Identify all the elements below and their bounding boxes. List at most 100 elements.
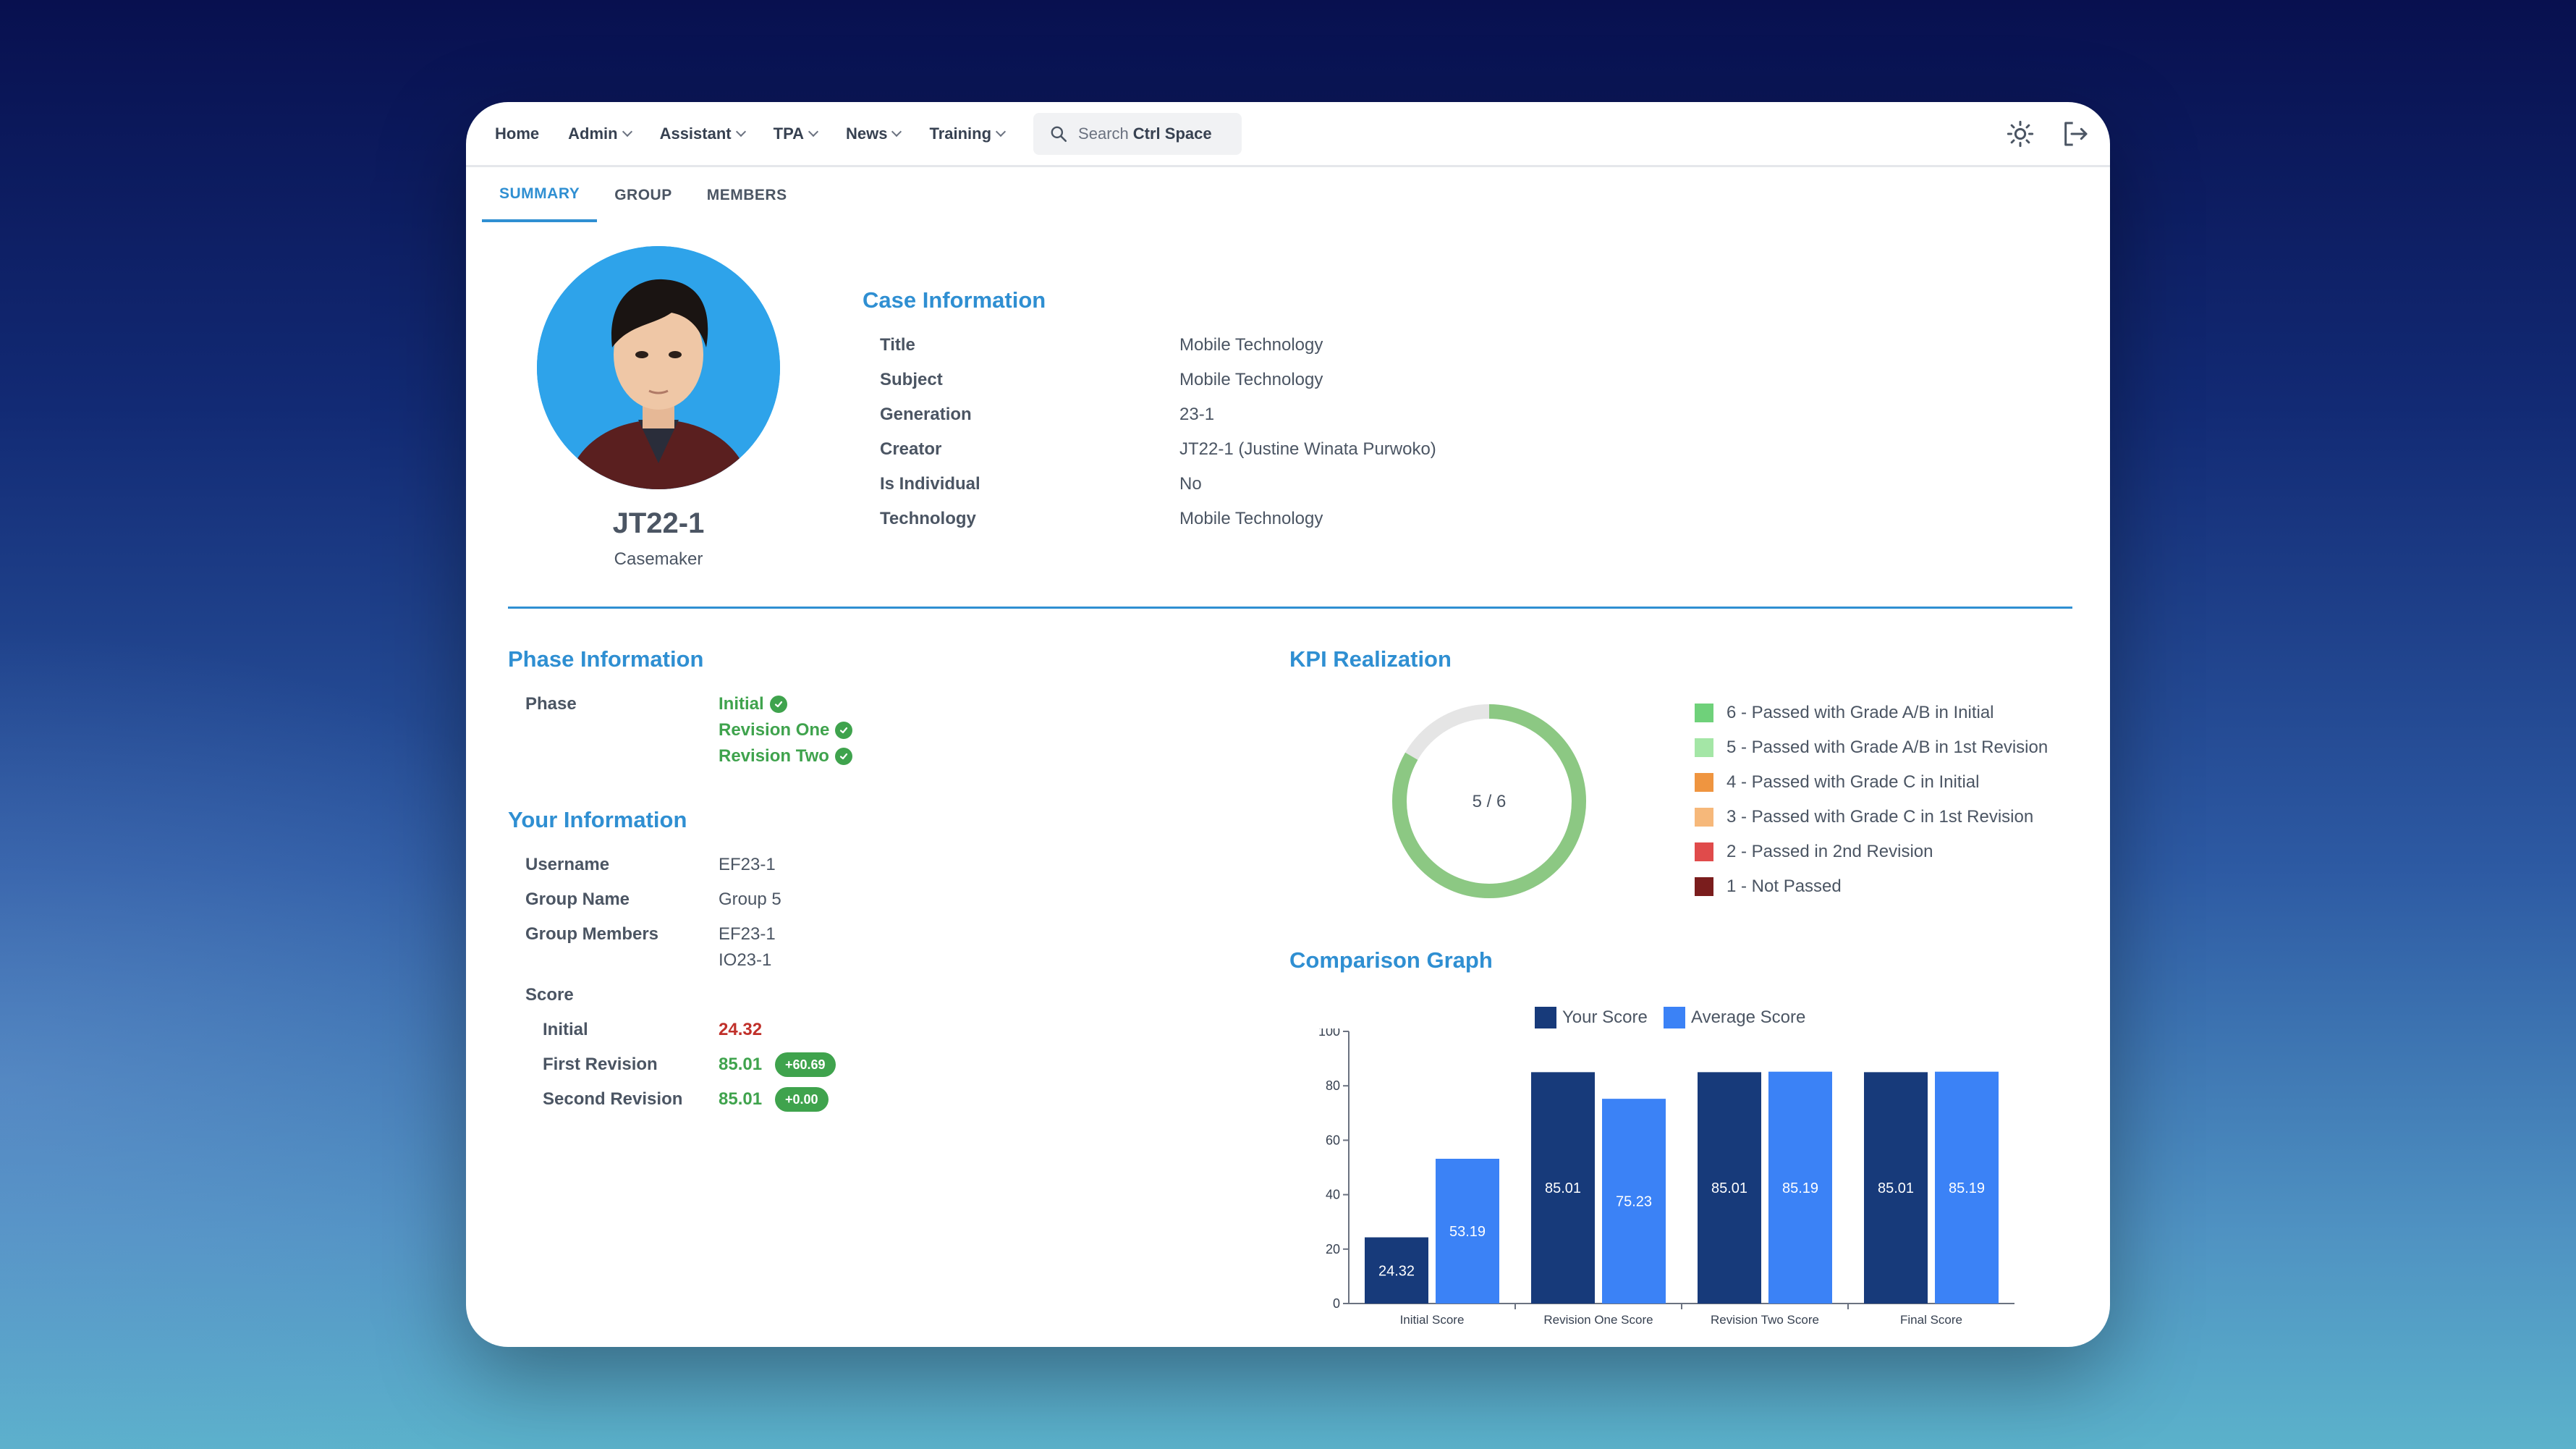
case-information-title: Case Information [863,287,1046,313]
phase-revision-two: Revision Two [719,746,852,766]
search-icon [1051,126,1067,142]
legend-label: 4 - Passed with Grade C in Initial [1726,772,1980,792]
search-shortcut: Ctrl Space [1132,124,1212,143]
profile-name: JT22-1 [612,507,705,539]
sun-icon[interactable] [2006,119,2035,148]
legend-swatch [1695,842,1713,861]
nav-item-label: Admin [568,124,618,143]
nav-item-label: TPA [773,124,804,143]
score-first-revision-value: 85.01 [719,1055,763,1074]
app-window: Home Admin Assistant TPA News Training Search… [466,102,2110,1347]
section-divider [508,607,2072,609]
nav-item-tpa[interactable]: TPA [773,124,819,143]
chevron-down-icon [808,126,819,137]
tab-members[interactable]: MEMBERS [690,169,805,222]
bar-data-label: 85.01 [1545,1180,1581,1196]
case-info-value: Mobile Technology [1179,370,1323,389]
y-tick-label: 40 [1326,1188,1340,1202]
username-value: EF23-1 [719,855,776,874]
y-tick-label: 100 [1318,1028,1340,1039]
legend-swatch [1535,1007,1556,1028]
case-info-label: Title [880,335,915,355]
kpi-legend-item: 6 - Passed with Grade A/B in Initial [1695,703,1994,723]
legend-label: Average Score [1691,1007,1806,1027]
bar-data-label: 53.19 [1449,1224,1486,1240]
case-info-value: Mobile Technology [1179,509,1323,528]
x-tick-label: Revision One Score [1543,1313,1653,1327]
phase-name: Revision One [719,720,830,740]
nav-item-label: Home [495,124,540,143]
legend-label: 2 - Passed in 2nd Revision [1726,842,1933,861]
your-information-title: Your Information [508,807,687,832]
comparison-bar-chart: 0 20 40 60 80 100 24.32 53.19 Initial Score 85.01… [1318,1028,2014,1327]
x-tick-label: Final Score [1900,1313,1962,1327]
kpi-donut-chart: 5 / 6 [1392,704,1586,898]
score-second-revision-label: Second Revision [543,1089,683,1109]
legend-swatch [1695,704,1713,722]
check-circle-icon [834,748,852,765]
kpi-realization-title: KPI Realization [1289,646,1452,672]
chevron-down-icon [995,126,1007,137]
nav-item-training[interactable]: Training [929,124,1007,143]
legend-swatch [1695,808,1713,827]
legend-swatch [1695,877,1713,896]
phase-information-title: Phase Information [508,646,704,672]
chart-legend-item: Average Score [1664,1007,1805,1028]
case-info-value: Mobile Technology [1179,335,1323,355]
chevron-down-icon [891,126,902,137]
case-info-label: Subject [880,370,943,389]
phase-name: Revision Two [719,746,829,766]
search-box[interactable]: Search Ctrl Space [1033,112,1242,155]
score-first-revision-label: First Revision [543,1055,658,1074]
phase-label: Phase [525,694,577,714]
nav-item-admin[interactable]: Admin [568,124,632,143]
kpi-legend-item: 3 - Passed with Grade C in 1st Revision [1695,807,2033,827]
bar-data-label: 85.01 [1878,1180,1914,1196]
phase-initial: Initial [719,694,787,714]
nav-item-label: News [846,124,888,143]
search-placeholder: Search [1078,124,1129,143]
score-initial-value: 24.32 [719,1020,763,1039]
tab-summary[interactable]: SUMMARY [482,169,598,222]
phase-name: Initial [719,694,764,714]
case-info-label: Generation [880,405,972,424]
nav-item-news[interactable]: News [846,124,902,143]
y-tick-label: 20 [1326,1242,1340,1256]
avatar [537,246,780,489]
logout-icon[interactable] [2061,119,2090,148]
kpi-legend-item: 4 - Passed with Grade C in Initial [1695,772,1980,793]
y-tick-label: 0 [1333,1296,1340,1311]
group-members-label: Group Members [525,924,659,944]
y-tick-label: 60 [1326,1133,1340,1147]
group-member: IO23-1 [719,950,772,970]
chevron-down-icon [622,126,632,137]
username-label: Username [525,855,610,874]
x-tick-label: Revision Two Score [1711,1313,1819,1327]
group-member: EF23-1 [719,924,776,944]
profile-role: Casemaker [614,549,703,569]
score-initial-label: Initial [543,1020,588,1039]
case-info-value: JT22-1 (Justine Winata Purwoko) [1179,439,1436,459]
bar-data-label: 85.19 [1782,1180,1818,1196]
nav-item-assistant[interactable]: Assistant [659,124,746,143]
score-delta-badge: +0.00 [775,1087,829,1112]
comparison-graph-title: Comparison Graph [1289,947,1493,973]
bar-data-label: 75.23 [1616,1194,1652,1210]
top-nav: Home Admin Assistant TPA News Training Search… [466,102,2110,167]
legend-label: 6 - Passed with Grade A/B in Initial [1726,703,1994,722]
bar-data-label: 85.01 [1711,1180,1747,1196]
phase-revision-one: Revision One [719,720,853,740]
tab-group[interactable]: GROUP [597,169,690,222]
nav-item-label: Training [929,124,992,143]
legend-label: 1 - Not Passed [1726,876,1842,896]
case-info-value: 23-1 [1179,405,1215,424]
nav-item-home[interactable]: Home [495,124,539,143]
group-name-value: Group 5 [719,890,781,909]
nav-item-label: Assistant [659,124,732,143]
chevron-down-icon [735,126,746,137]
chart-legend-item: Your Score [1535,1007,1648,1028]
kpi-legend-item: 1 - Not Passed [1695,876,1842,897]
check-circle-icon [835,722,853,739]
kpi-legend-item: 2 - Passed in 2nd Revision [1695,842,1933,862]
legend-label: 3 - Passed with Grade C in 1st Revision [1726,807,2034,827]
